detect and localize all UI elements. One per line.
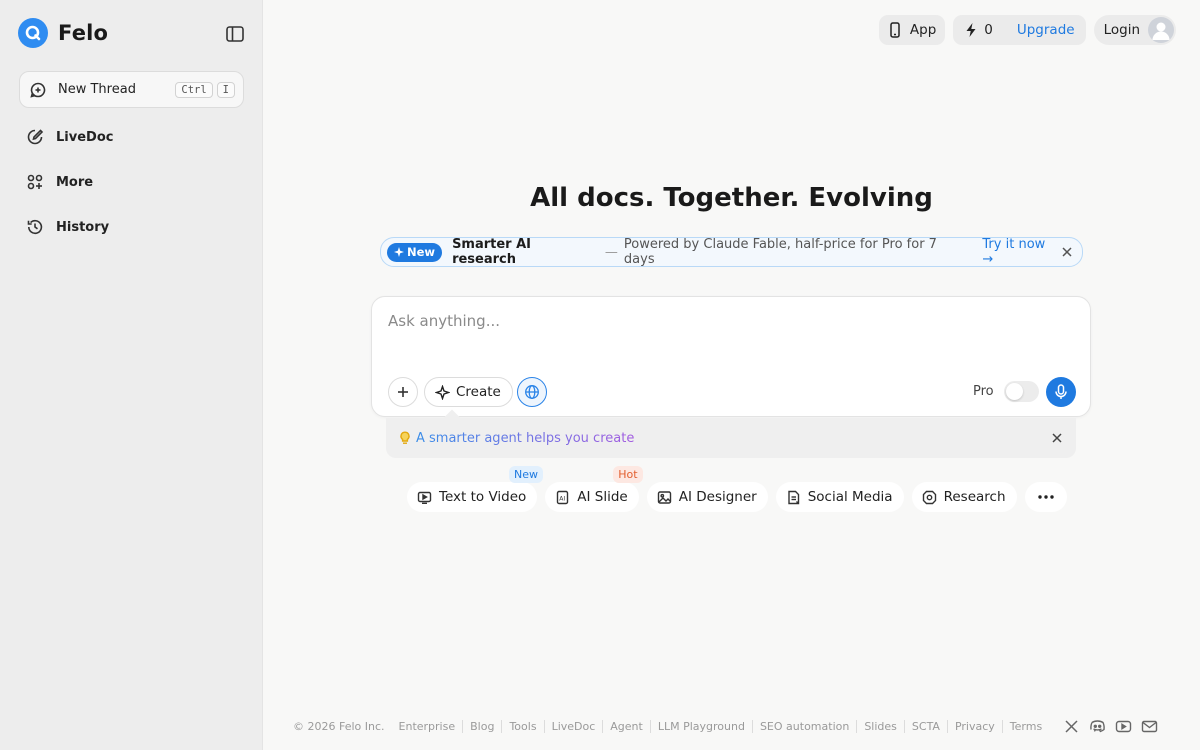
mail-icon[interactable] <box>1141 718 1158 735</box>
new-badge-label: New <box>407 245 436 259</box>
svg-text:AI: AI <box>560 495 566 502</box>
image-icon <box>657 490 672 505</box>
more-dots-icon <box>1037 495 1054 499</box>
banner-dash: — <box>604 244 618 260</box>
create-label: Create <box>456 384 501 400</box>
social-icon <box>786 490 801 505</box>
web-search-toggle[interactable] <box>517 377 547 407</box>
new-badge: New <box>509 466 543 483</box>
app-label: App <box>909 22 937 38</box>
plus-icon <box>396 385 410 399</box>
chip-research[interactable]: Research <box>911 482 1017 512</box>
feature-chips: New Text to Video Hot AI AI Slide AI Des… <box>407 466 1067 512</box>
close-icon[interactable] <box>1050 431 1064 445</box>
shortcut-ctrl-key: Ctrl <box>175 81 213 98</box>
sidebar: Felo New Thread Ctrl I LiveDoc More Hist… <box>0 0 263 750</box>
voice-input-button[interactable] <box>1046 377 1076 407</box>
brand-name: Felo <box>58 21 109 45</box>
youtube-icon[interactable] <box>1115 718 1132 735</box>
globe-icon <box>524 384 540 400</box>
video-icon <box>417 490 432 505</box>
chip-text-to-video[interactable]: New Text to Video <box>407 466 543 512</box>
new-badge: New <box>387 242 443 262</box>
footer-link-blog[interactable]: Blog <box>463 720 503 733</box>
chip-label: AI Slide <box>577 489 628 505</box>
footer-link-agent[interactable]: Agent <box>603 720 651 733</box>
toggle-knob <box>1006 383 1023 400</box>
lightning-icon <box>964 22 978 38</box>
lightbulb-icon <box>398 431 412 445</box>
felo-logo-icon <box>18 18 48 48</box>
copyright: © 2026 Felo Inc. <box>293 720 385 733</box>
credits-count: 0 <box>984 22 993 38</box>
chip-label: Text to Video <box>439 489 527 505</box>
new-chat-icon <box>29 81 47 99</box>
chip-social-media[interactable]: Social Media <box>775 482 904 512</box>
phone-icon <box>888 22 902 38</box>
banner-title: Smarter AI research <box>452 237 532 267</box>
apps-icon <box>26 173 44 191</box>
edit-circle-icon <box>26 128 44 146</box>
sidebar-item-label: LiveDoc <box>56 129 114 145</box>
more-options-button[interactable] <box>1024 482 1067 512</box>
create-button[interactable]: Create <box>424 377 513 407</box>
sidebar-item-livedoc[interactable]: LiveDoc <box>26 128 113 146</box>
sparkle-icon <box>435 384 450 400</box>
pro-label: Pro <box>973 384 994 399</box>
page-title: All docs. Together. Evolving <box>530 183 933 213</box>
logo[interactable]: Felo <box>18 18 108 48</box>
sparkle-icon <box>394 247 404 257</box>
footer: © 2026 Felo Inc. Enterprise Blog Tools L… <box>293 718 1158 735</box>
footer-link-terms[interactable]: Terms <box>1003 720 1049 733</box>
sidebar-item-history[interactable]: History <box>26 218 109 236</box>
upgrade-button[interactable]: Upgrade <box>1017 22 1075 38</box>
top-right-controls: App 0 Upgrade Login <box>878 15 1176 45</box>
hot-badge: Hot <box>613 466 643 483</box>
credits-pill: 0 Upgrade <box>953 15 1086 45</box>
footer-link-privacy[interactable]: Privacy <box>948 720 1003 733</box>
sidebar-item-label: History <box>56 219 110 235</box>
hint-text[interactable]: A smarter agent helps you create <box>416 431 634 446</box>
composer: Create Pro <box>371 296 1091 417</box>
sidebar-toggle-icon[interactable] <box>224 23 246 45</box>
slide-icon: AI <box>555 490 570 505</box>
try-it-now-link[interactable]: Try it now → <box>982 237 1060 267</box>
pro-toggle[interactable] <box>1004 381 1039 402</box>
chip-label: Social Media <box>807 489 893 505</box>
close-icon[interactable] <box>1060 245 1074 259</box>
research-icon <box>922 490 937 505</box>
footer-link-livedoc[interactable]: LiveDoc <box>545 720 604 733</box>
app-button[interactable]: App <box>878 15 946 45</box>
login-label: Login <box>1103 22 1140 38</box>
sidebar-item-label: More <box>56 174 94 190</box>
announcement-banner: New Smarter AI research — Powered by Cla… <box>380 237 1083 267</box>
history-icon <box>26 218 44 236</box>
footer-link-scta[interactable]: SCTA <box>905 720 948 733</box>
social-icons <box>1063 718 1158 735</box>
avatar <box>1148 17 1174 43</box>
new-thread-label: New Thread <box>58 82 136 97</box>
ask-input[interactable] <box>388 309 1068 333</box>
sidebar-item-more[interactable]: More <box>26 173 93 191</box>
x-twitter-icon[interactable] <box>1063 718 1080 735</box>
microphone-icon <box>1054 384 1068 400</box>
footer-link-enterprise[interactable]: Enterprise <box>392 720 464 733</box>
login-button[interactable]: Login <box>1093 15 1176 45</box>
discord-icon[interactable] <box>1089 718 1106 735</box>
footer-link-slides[interactable]: Slides <box>857 720 905 733</box>
footer-link-llm-playground[interactable]: LLM Playground <box>651 720 753 733</box>
agent-hint-bar: A smarter agent helps you create <box>386 409 1076 458</box>
footer-link-seo-automation[interactable]: SEO automation <box>753 720 858 733</box>
shortcut-i-key: I <box>216 81 235 98</box>
chip-label: AI Designer <box>678 489 757 505</box>
chip-ai-slide[interactable]: Hot AI AI Slide <box>545 466 643 512</box>
attach-button[interactable] <box>388 377 418 407</box>
chip-label: Research <box>943 489 1006 505</box>
footer-link-tools[interactable]: Tools <box>502 720 545 733</box>
banner-description: Powered by Claude Fable, half-price for … <box>623 237 937 267</box>
chip-ai-designer[interactable]: AI Designer <box>646 482 768 512</box>
new-thread-button[interactable]: New Thread Ctrl I <box>19 71 244 108</box>
